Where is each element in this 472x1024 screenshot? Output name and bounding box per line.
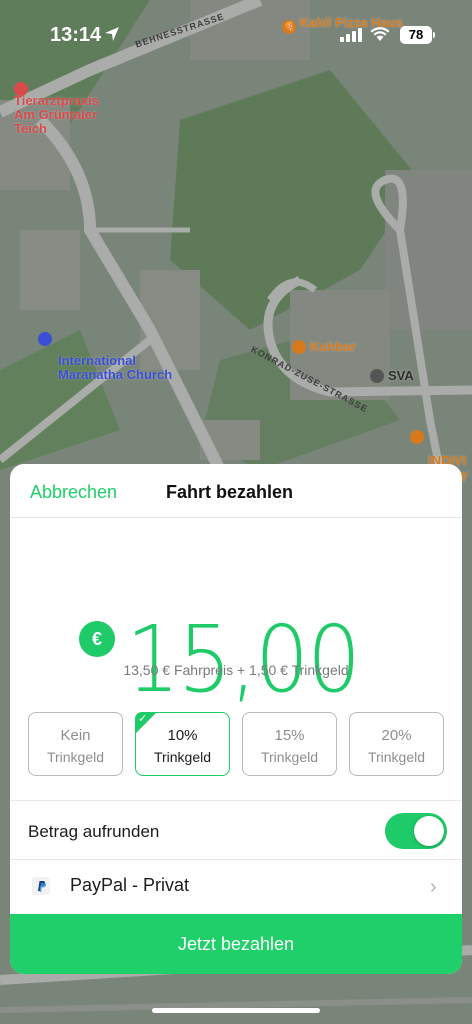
payment-method-row[interactable]: PayPal - Privat › bbox=[10, 860, 462, 914]
status-time: 13:14 bbox=[50, 24, 102, 46]
church-icon bbox=[38, 332, 52, 346]
tip-option-label: Trinkgeld bbox=[46, 749, 105, 765]
map-poi-sva-label: SVA bbox=[388, 368, 414, 383]
battery-tip bbox=[433, 32, 435, 38]
location-arrow-icon bbox=[105, 27, 119, 41]
fare-breakdown: 13,50 € Fahrpreis + 1,50 € Trinkgeld bbox=[123, 662, 349, 678]
sheet-header: Abbrechen Fahrt bezahlen bbox=[10, 464, 462, 518]
payment-sheet: Abbrechen Fahrt bezahlen € 15,00 13,50 €… bbox=[10, 464, 462, 974]
tip-option-label: Trinkgeld bbox=[260, 749, 319, 765]
pay-now-button[interactable]: Jetzt bezahlen bbox=[10, 914, 462, 974]
map-poi-sva[interactable]: SVA bbox=[370, 369, 414, 383]
tip-option-value: 20% bbox=[381, 727, 412, 744]
chevron-right-icon: › bbox=[430, 876, 437, 898]
tip-option-10[interactable]: ✓ 10% Trinkgeld bbox=[135, 712, 230, 776]
map-poi-tierarzt[interactable]: Tierarztpraxis Am Grüntaler Teich bbox=[14, 66, 99, 136]
restaurant-icon bbox=[292, 340, 306, 354]
amount-section: € 15,00 bbox=[10, 518, 462, 718]
sheet-title: Fahrt bezahlen bbox=[166, 482, 294, 502]
euro-icon: € bbox=[79, 621, 115, 657]
wifi-icon bbox=[370, 27, 390, 41]
map-poi-church[interactable]: International Maranatha Church bbox=[38, 326, 172, 382]
map-poi-kuhbar-label: Kuhbar bbox=[310, 339, 356, 354]
tip-option-label: Trinkgeld bbox=[367, 749, 426, 765]
tip-option-value: Kein bbox=[60, 727, 91, 744]
payment-method-label: PayPal - Privat bbox=[70, 875, 190, 895]
cellular-signal-icon bbox=[340, 28, 362, 42]
roundup-row: Betrag aufrunden bbox=[10, 800, 462, 860]
tip-option-15[interactable]: 15% Trinkgeld bbox=[242, 712, 337, 776]
map-poi-kuhbar[interactable]: Kuhbar bbox=[292, 340, 356, 354]
status-bar: 13:14 78 bbox=[0, 0, 472, 70]
roundup-toggle[interactable] bbox=[385, 813, 447, 849]
battery-indicator: 78 bbox=[400, 26, 432, 44]
toggle-knob bbox=[414, 816, 444, 846]
tip-option-value: 15% bbox=[274, 727, 305, 744]
map-poi-tierarzt-label: Tierarztpraxis Am Grüntaler Teich bbox=[14, 93, 100, 136]
restaurant-icon bbox=[410, 430, 424, 444]
tip-option-none[interactable]: Kein Trinkgeld bbox=[28, 712, 123, 776]
location-pin-icon bbox=[370, 369, 384, 383]
tip-option-20[interactable]: 20% Trinkgeld bbox=[349, 712, 444, 776]
checkmark-icon: ✓ bbox=[138, 713, 148, 725]
paypal-icon bbox=[32, 877, 50, 895]
paw-icon bbox=[14, 82, 28, 96]
cancel-button[interactable]: Abbrechen bbox=[30, 482, 117, 503]
home-indicator[interactable] bbox=[152, 1008, 320, 1013]
roundup-label: Betrag aufrunden bbox=[28, 822, 160, 841]
tip-option-label: Trinkgeld bbox=[153, 749, 212, 765]
total-amount: 15,00 bbox=[126, 606, 361, 713]
map-poi-church-label: International Maranatha Church bbox=[58, 353, 173, 382]
tip-options: Kein Trinkgeld ✓ 10% Trinkgeld 15% Trink… bbox=[28, 712, 446, 776]
